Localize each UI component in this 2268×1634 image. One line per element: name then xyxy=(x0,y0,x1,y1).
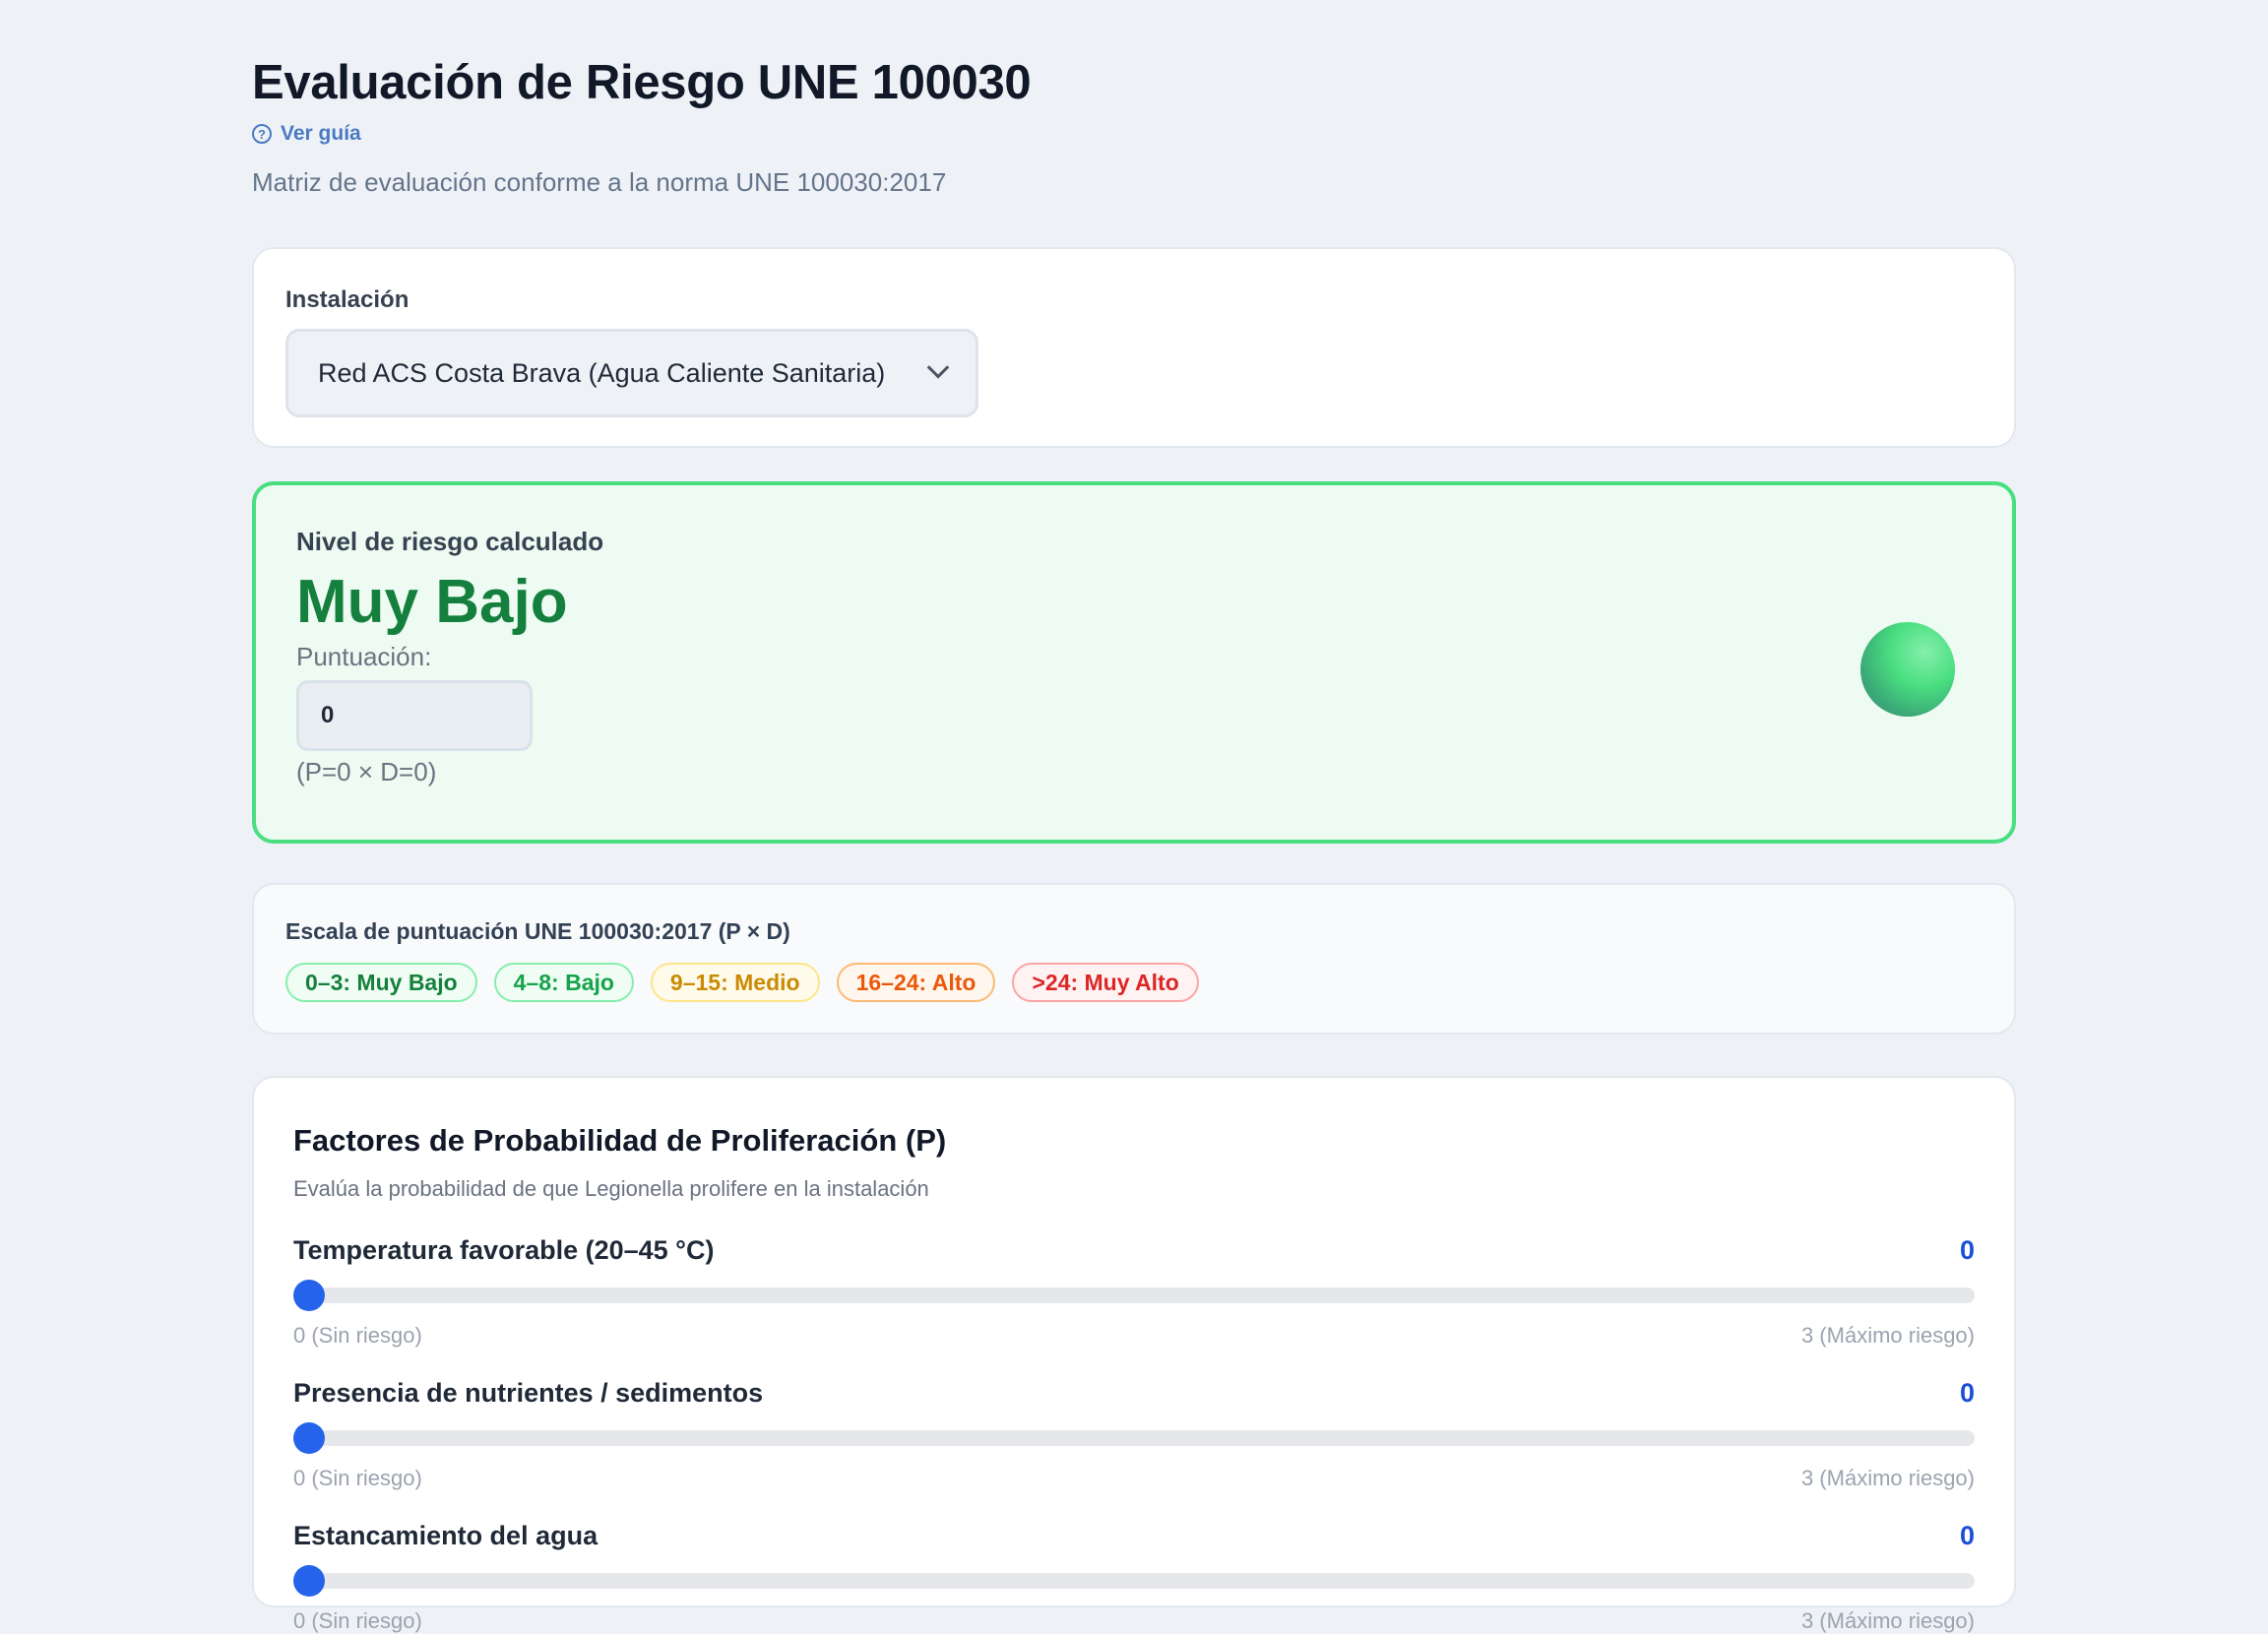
help-circle-icon: ? xyxy=(252,124,272,144)
factor-slider[interactable] xyxy=(293,1565,1975,1597)
slider-min-label: 0 (Sin riesgo) xyxy=(293,1466,422,1490)
slider-min-label: 0 (Sin riesgo) xyxy=(293,1608,422,1633)
slider-max-label: 3 (Máximo riesgo) xyxy=(1800,1466,1975,1490)
scale-pills: 0–3: Muy Bajo 4–8: Bajo 9–15: Medio 16–2… xyxy=(285,963,1983,1002)
slider-max-label: 3 (Máximo riesgo) xyxy=(1800,1323,1975,1348)
factor-temperature: Temperatura favorable (20–45 °C) 0 0 (Si… xyxy=(293,1235,1975,1349)
slider-min-label: 0 (Sin riesgo) xyxy=(293,1323,422,1348)
page: Evaluación de Riesgo UNE 100030 ? Ver gu… xyxy=(252,0,2016,1633)
guide-link[interactable]: ? Ver guía xyxy=(252,122,361,146)
scale-pill-muy-bajo: 0–3: Muy Bajo xyxy=(285,963,477,1002)
factor-value: 0 xyxy=(1959,1235,1975,1265)
page-subtitle: Matriz de evaluación conforme a la norma… xyxy=(252,167,947,197)
probability-factors-card: Factores de Probabilidad de Proliferació… xyxy=(252,1076,2016,1633)
factor-nutrients: Presencia de nutrientes / sedimentos 0 0… xyxy=(293,1378,1975,1491)
risk-level: Muy Bajo xyxy=(296,568,568,636)
risk-label: Nivel de riesgo calculado xyxy=(296,527,604,556)
scale-pill-alto: 16–24: Alto xyxy=(836,963,996,1002)
installation-label: Instalación xyxy=(285,286,410,313)
scale-pill-bajo: 4–8: Bajo xyxy=(493,963,634,1002)
factor-name: Estancamiento del agua xyxy=(293,1521,598,1550)
score-formula: (P=0 × D=0) xyxy=(296,757,437,786)
installation-selected-value: Red ACS Costa Brava (Agua Caliente Sanit… xyxy=(318,357,886,388)
scale-pill-medio: 9–15: Medio xyxy=(650,963,820,1002)
installation-select[interactable]: Red ACS Costa Brava (Agua Caliente Sanit… xyxy=(285,329,978,417)
page-title: Evaluación de Riesgo UNE 100030 xyxy=(252,56,1032,109)
slider-thumb[interactable] xyxy=(293,1422,325,1454)
slider-thumb[interactable] xyxy=(293,1280,325,1311)
scale-title: Escala de puntuación UNE 100030:2017 (P … xyxy=(285,918,790,944)
score-scale-card: Escala de puntuación UNE 100030:2017 (P … xyxy=(252,883,2016,1035)
factor-value: 0 xyxy=(1959,1378,1975,1408)
score-field[interactable]: 0 xyxy=(296,680,533,751)
chevron-down-icon xyxy=(926,356,950,379)
risk-result-card: Nivel de riesgo calculado Muy Bajo Puntu… xyxy=(252,481,2016,844)
installation-card: Instalación Red ACS Costa Brava (Agua Ca… xyxy=(252,247,2016,448)
factor-slider[interactable] xyxy=(293,1422,1975,1454)
guide-link-label: Ver guía xyxy=(281,122,361,145)
factor-value: 0 xyxy=(1959,1521,1975,1550)
slider-thumb[interactable] xyxy=(293,1565,325,1597)
score-label: Puntuación: xyxy=(296,642,432,671)
section-title: Factores de Probabilidad de Proliferació… xyxy=(293,1123,947,1158)
slider-max-label: 3 (Máximo riesgo) xyxy=(1800,1608,1975,1633)
factor-stagnation: Estancamiento del agua 0 0 (Sin riesgo) … xyxy=(293,1521,1975,1634)
section-description: Evalúa la probabilidad de que Legionella… xyxy=(293,1176,929,1201)
scale-pill-muy-alto: >24: Muy Alto xyxy=(1012,963,1199,1002)
factor-name: Presencia de nutrientes / sedimentos xyxy=(293,1378,764,1408)
factor-slider[interactable] xyxy=(293,1280,1975,1311)
risk-indicator-orb xyxy=(1860,622,1955,717)
factor-name: Temperatura favorable (20–45 °C) xyxy=(293,1235,715,1265)
